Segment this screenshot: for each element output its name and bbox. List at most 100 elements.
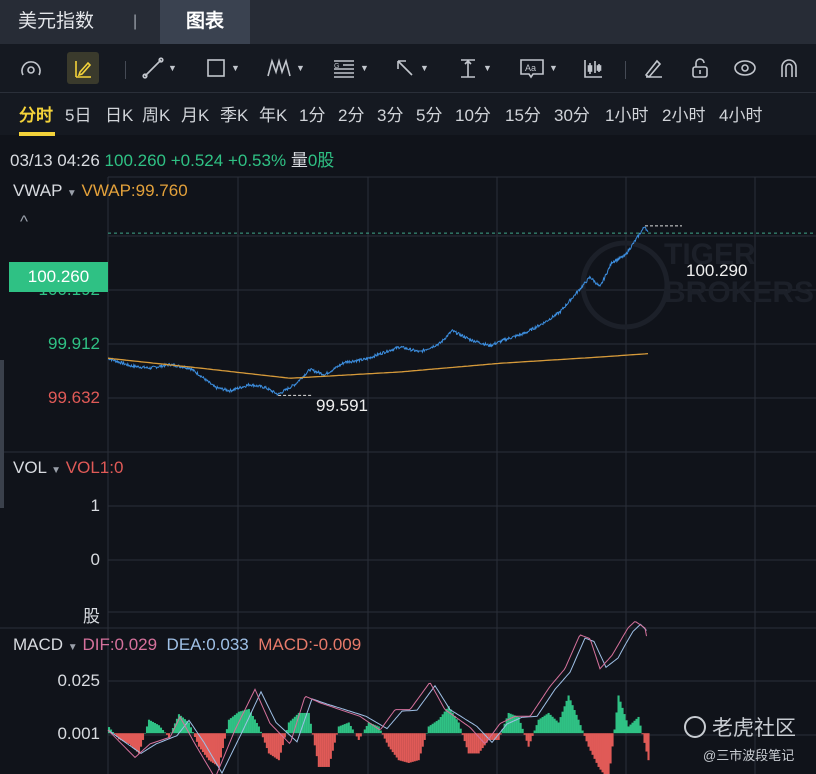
macd-histogram-bar <box>191 732 195 734</box>
vol-tick-1: 1 <box>90 496 100 515</box>
macd-histogram-bar <box>385 733 388 743</box>
collapse-icon[interactable]: ^ <box>20 212 28 232</box>
macd-histogram-bar <box>537 719 540 734</box>
chart-canvas[interactable] <box>0 0 816 774</box>
macd-histogram-bar <box>645 733 648 752</box>
macd-histogram-bar <box>647 733 650 761</box>
macd-histogram-bar <box>529 733 532 742</box>
macd-histogram-bar <box>223 733 226 739</box>
macd-histogram-bar <box>289 720 292 734</box>
macd-histogram-bar <box>129 733 133 746</box>
macd-histogram-bar <box>335 733 338 735</box>
macd-histogram-bar <box>587 733 590 747</box>
macd-tick-0-025: 0.025 <box>57 671 100 690</box>
community-watermark: 老虎社区 <box>684 712 796 742</box>
macd-histogram-bar <box>561 711 564 734</box>
macd-histogram-bar <box>585 733 588 742</box>
macd-histogram-bar <box>337 726 340 734</box>
macd-histogram-bar <box>557 722 560 734</box>
macd-histogram-bar <box>393 733 396 755</box>
macd-histogram-bar <box>397 733 400 761</box>
macd-histogram-bar <box>247 708 250 734</box>
macd-histogram-bar <box>627 726 630 734</box>
macd-histogram-bar <box>207 733 210 761</box>
macd-histogram-bar <box>569 700 572 734</box>
vol-tick-0: 0 <box>90 550 100 569</box>
macd-histogram-bar <box>333 733 336 743</box>
macd-histogram-bar <box>349 725 352 734</box>
macd-histogram-bar <box>243 710 246 734</box>
macd-histogram-bar <box>265 733 268 749</box>
indicator-name: MACD <box>13 635 64 654</box>
macd-histogram-bar <box>607 733 610 774</box>
macd-histogram-bar <box>423 733 426 740</box>
macd-histogram-bar <box>639 725 642 734</box>
macd-histogram-bar <box>161 730 165 734</box>
macd-histogram-bar <box>155 724 159 734</box>
macd-histogram-bar <box>307 712 310 734</box>
macd-histogram-bar <box>635 718 638 734</box>
macd-histogram-bar <box>605 733 608 774</box>
macd-histogram-bar <box>357 733 360 740</box>
macd-histogram-bar <box>157 725 161 734</box>
macd-histogram-bar <box>401 733 404 762</box>
macd-histogram-bar <box>137 733 141 754</box>
macd-histogram-bar <box>159 727 163 734</box>
macd-histogram-bar <box>229 718 232 734</box>
macd-histogram-bar <box>313 733 316 746</box>
macd-histogram-bar <box>429 725 432 734</box>
macd-histogram-bar <box>563 706 566 734</box>
macd-histogram-bar <box>363 729 366 734</box>
macd-histogram-bar <box>251 715 254 734</box>
macd-histogram-bar <box>621 707 624 734</box>
macd-histogram-bar <box>439 717 442 734</box>
macd-histogram-bar <box>473 733 476 754</box>
macd-histogram-bar <box>543 715 546 734</box>
macd-histogram-bar <box>143 733 147 734</box>
macd-histogram-bar <box>153 723 157 734</box>
dropdown-caret-icon: ▼ <box>51 465 62 476</box>
macd-histogram-bar <box>425 733 428 734</box>
macd-histogram-bar <box>339 725 342 734</box>
macd-histogram-bar <box>221 733 224 749</box>
macd-histogram-bar <box>409 733 412 763</box>
macd-value: MACD:-0.009 <box>258 635 362 654</box>
macd-histogram-bar <box>509 713 512 734</box>
macd-histogram-bar <box>559 717 562 734</box>
macd-histogram-bar <box>347 722 350 734</box>
macd-histogram-bar <box>631 722 634 734</box>
macd-histogram-bar <box>549 714 552 734</box>
macd-histogram-bar <box>541 717 544 734</box>
vol-value: VOL1:0 <box>65 458 124 477</box>
macd-histogram-bar <box>381 733 384 735</box>
macd-indicator-selector[interactable]: MACD ▼ DIF:0.029 DEA:0.033 MACD:-0.009 <box>13 635 361 655</box>
macd-histogram-bar <box>465 733 468 748</box>
vwap-indicator-selector[interactable]: VWAP ▼ VWAP:99.760 <box>13 181 188 201</box>
macd-histogram-bar <box>593 733 596 759</box>
y-tick-99-912: 99.912 <box>48 334 100 353</box>
macd-histogram-bar <box>617 695 620 734</box>
macd-histogram-bar <box>145 726 149 734</box>
panel-resize-handle[interactable] <box>0 360 4 508</box>
vwap-value: VWAP:99.760 <box>81 181 188 200</box>
macd-histogram-bar <box>131 733 135 748</box>
macd-histogram-bar <box>601 733 604 773</box>
macd-histogram-bar <box>553 718 556 734</box>
macd-histogram-bar <box>269 733 272 755</box>
macd-histogram-bar <box>435 721 438 734</box>
macd-histogram-bar <box>263 733 266 743</box>
vol-indicator-selector[interactable]: VOL ▼ VOL1:0 <box>13 458 123 478</box>
macd-histogram-bar <box>257 726 260 734</box>
macd-histogram-bar <box>123 733 127 743</box>
macd-histogram-bar <box>545 714 548 734</box>
macd-histogram-bar <box>403 733 406 762</box>
macd-histogram-bar <box>151 721 155 734</box>
macd-histogram-bar <box>277 733 280 761</box>
macd-histogram-bar <box>611 733 614 747</box>
macd-histogram-bar <box>641 733 644 735</box>
macd-histogram-bar <box>291 718 294 734</box>
macd-histogram-bar <box>441 714 444 734</box>
macd-histogram-bar <box>427 726 430 734</box>
macd-histogram-bar <box>199 733 203 750</box>
macd-histogram-bar <box>637 716 640 734</box>
